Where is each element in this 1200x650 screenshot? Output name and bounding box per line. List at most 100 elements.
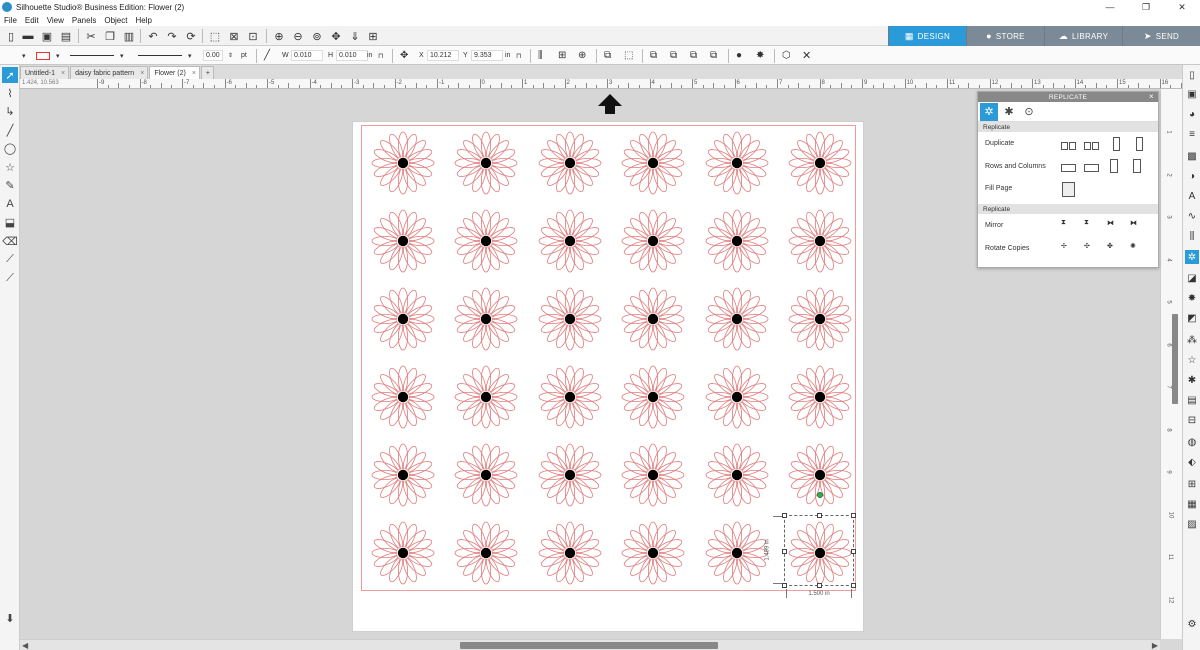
select-by-color-icon[interactable]: ⊡	[246, 29, 260, 43]
daisy-flower[interactable]	[453, 208, 519, 274]
daisy-flower[interactable]	[704, 520, 770, 586]
3d-box-icon[interactable]: ⬡	[782, 49, 791, 62]
daisy-flower[interactable]	[787, 364, 853, 430]
duplicate-right-icon[interactable]	[1084, 137, 1101, 151]
daisy-flower[interactable]	[453, 130, 519, 196]
doc-tab-daisy[interactable]: daisy fabric pattern ×	[70, 66, 149, 79]
bring-forward-icon[interactable]: ⧉	[650, 49, 657, 62]
ellipse-icon[interactable]: ◯	[2, 140, 18, 156]
vertical-scroll-thumb[interactable]	[1172, 314, 1178, 404]
daisy-flower[interactable]	[620, 286, 686, 352]
redo-icon[interactable]: ↷	[165, 29, 179, 43]
star-panel-icon[interactable]: ☆	[1185, 353, 1199, 367]
text-icon[interactable]: A	[2, 196, 18, 212]
offset-panel-icon[interactable]: ✸	[1185, 291, 1199, 305]
text-style-icon[interactable]: A	[1185, 189, 1199, 203]
mirror-above-icon[interactable]: ⧗	[1084, 219, 1101, 233]
daisy-flower[interactable]	[370, 520, 436, 586]
daisy-flower[interactable]	[370, 208, 436, 274]
page-setup-icon[interactable]: ▯	[1185, 68, 1199, 82]
column-of-two-icon[interactable]	[1107, 159, 1124, 173]
daisy-flower[interactable]	[704, 130, 770, 196]
doc-tab-flower[interactable]: Flower (2) ×	[149, 66, 200, 79]
daisy-flower[interactable]	[453, 442, 519, 508]
fill-pattern-icon[interactable]: ▩	[1185, 149, 1199, 163]
pen-icon[interactable]: ⬖	[1185, 455, 1199, 469]
delete-icon[interactable]: ✕	[802, 49, 811, 62]
align-icon[interactable]: ⫼	[538, 49, 543, 62]
lock-aspect-icon[interactable]: ⊓	[378, 49, 383, 62]
zoom-select-icon[interactable]: ⊚	[310, 29, 324, 43]
replicate-advanced-tab-icon[interactable]: ✱	[1000, 103, 1018, 121]
daisy-flower[interactable]	[537, 520, 603, 586]
daisy-flower[interactable]	[370, 364, 436, 430]
daisy-flower[interactable]	[537, 130, 603, 196]
daisy-flower[interactable]	[537, 364, 603, 430]
save-icon[interactable]: ▣	[40, 29, 54, 43]
panel-close-button[interactable]: ×	[1149, 92, 1154, 101]
mirror-left-icon[interactable]: ⧓	[1130, 219, 1147, 233]
sketch-icon[interactable]: ∿	[1185, 209, 1199, 223]
minimize-button[interactable]: —	[1092, 0, 1128, 14]
resize-handle[interactable]	[782, 549, 787, 554]
height-input[interactable]: 0.010	[336, 50, 368, 61]
tile-icon[interactable]: ▨	[1185, 517, 1199, 531]
font-icon[interactable]: ▦	[1185, 497, 1199, 511]
horizontal-scroll-thumb[interactable]	[460, 642, 718, 649]
print-icon[interactable]: ▤	[59, 29, 73, 43]
cut-icon[interactable]: ✂	[84, 29, 98, 43]
knife-icon[interactable]: ⟋	[2, 251, 18, 267]
rotate-three-copies-icon[interactable]: ✣	[1084, 242, 1101, 256]
copy-icon[interactable]: ❐	[103, 29, 117, 43]
refresh-icon[interactable]: ⟳	[184, 29, 198, 43]
selection-box[interactable]	[782, 513, 856, 588]
resize-handle[interactable]	[817, 583, 822, 588]
image-icon[interactable]: ▣	[1185, 87, 1199, 101]
menu-edit[interactable]: Edit	[21, 16, 43, 25]
rotate-handle[interactable]	[817, 492, 823, 498]
tab-library[interactable]: ☁ LIBRARY	[1044, 26, 1122, 46]
row-of-two-icon[interactable]	[1061, 159, 1078, 173]
daisy-flower[interactable]	[620, 520, 686, 586]
duplicate-above-icon[interactable]	[1130, 136, 1147, 151]
daisy-flower[interactable]	[620, 442, 686, 508]
replicate-tab-icon[interactable]: ✲	[980, 102, 998, 121]
select-arrow-icon[interactable]: ➚	[2, 67, 18, 83]
replicate-panel-icon[interactable]: ✲	[1185, 250, 1199, 264]
eyedropper-icon[interactable]: ⟋	[2, 270, 18, 286]
map-icon[interactable]: ⊞	[1185, 477, 1199, 491]
daisy-flower[interactable]	[620, 364, 686, 430]
shadow-icon[interactable]: ◑	[1185, 169, 1199, 183]
star-icon[interactable]: ☆	[2, 159, 18, 175]
resize-handle[interactable]	[817, 513, 822, 518]
align-panel-icon[interactable]: ⫼	[1185, 229, 1199, 243]
rotate-four-copies-icon[interactable]: ✤	[1107, 242, 1124, 256]
line-color-dropdown[interactable]: ▾	[56, 49, 60, 62]
send-back-icon[interactable]: ⧉	[710, 49, 717, 62]
menu-object[interactable]: Object	[100, 16, 131, 25]
paste-icon[interactable]: ▥	[122, 29, 136, 43]
puzzle-icon[interactable]: ✱	[1185, 373, 1199, 387]
daisy-flower[interactable]	[370, 130, 436, 196]
menu-file[interactable]: File	[0, 16, 21, 25]
undo-icon[interactable]: ↶	[146, 29, 160, 43]
line-icon[interactable]: ╱	[2, 122, 18, 138]
daisy-flower[interactable]	[787, 130, 853, 196]
daisy-flower[interactable]	[704, 208, 770, 274]
daisy-flower[interactable]	[453, 520, 519, 586]
eraser-icon[interactable]: ⌫	[2, 233, 18, 249]
position-lock-icon[interactable]: ⊓	[516, 49, 521, 62]
scroll-right-icon[interactable]: ▶	[1152, 641, 1158, 650]
zoom-in-icon[interactable]: ⊕	[272, 29, 286, 43]
add-tab-button[interactable]: +	[200, 66, 215, 79]
daisy-flower[interactable]	[787, 442, 853, 508]
center-icon[interactable]: ⊕	[578, 49, 586, 62]
restore-button[interactable]: ❐	[1128, 0, 1164, 14]
resize-handle[interactable]	[851, 549, 856, 554]
weld-icon[interactable]: ●	[736, 49, 742, 62]
horizontal-scrollbar[interactable]: ◀ ▶	[20, 639, 1160, 650]
close-tab-icon[interactable]: ×	[140, 70, 144, 77]
scroll-left-icon[interactable]: ◀	[22, 641, 28, 650]
fill-color-icon[interactable]: ◕	[1185, 107, 1199, 121]
tab-design[interactable]: ▦ DESIGN	[888, 26, 966, 46]
